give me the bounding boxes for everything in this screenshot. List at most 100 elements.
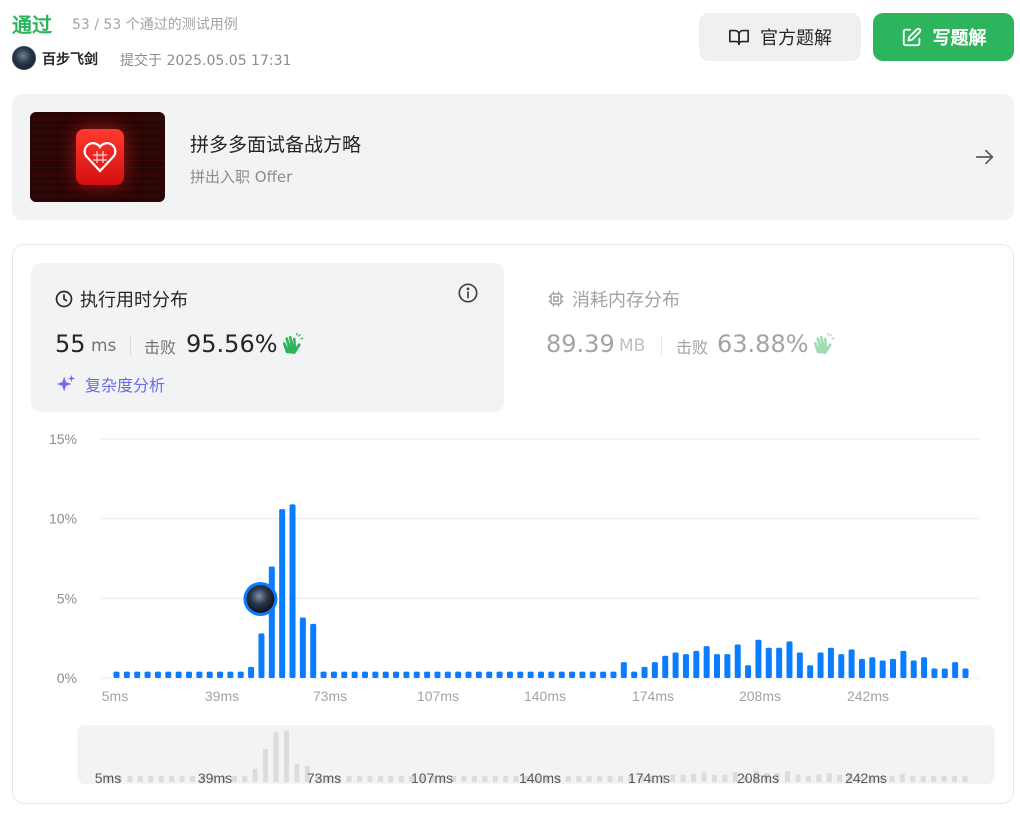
bar bbox=[765, 647, 772, 678]
runtime-distribution-chart[interactable]: 15% 10% 5% 0% 5ms 39ms 73ms 107ms 140ms 174ms 208… bbox=[0, 0, 1020, 818]
x-tick-label: 73ms bbox=[313, 688, 347, 704]
bar bbox=[475, 671, 482, 678]
mini-bar bbox=[607, 776, 613, 782]
mini-bar bbox=[952, 776, 958, 782]
mini-bar bbox=[962, 776, 968, 782]
bar bbox=[693, 650, 700, 678]
mini-bar bbox=[576, 776, 582, 782]
bar bbox=[434, 671, 441, 678]
mini-x-tick-label: 242ms bbox=[845, 770, 887, 786]
bar bbox=[206, 671, 213, 678]
mini-bar bbox=[722, 774, 728, 782]
bar bbox=[330, 671, 337, 678]
mini-bar bbox=[283, 730, 289, 782]
mini-bar bbox=[816, 774, 822, 782]
x-tick-label: 107ms bbox=[417, 688, 459, 704]
mini-bar bbox=[670, 774, 676, 782]
bar bbox=[921, 657, 928, 678]
bar bbox=[372, 671, 379, 678]
bar bbox=[154, 671, 161, 678]
mini-bar bbox=[597, 776, 603, 782]
marker-avatar bbox=[246, 585, 275, 613]
mini-x-tick-label: 174ms bbox=[628, 770, 670, 786]
bar bbox=[817, 652, 824, 678]
mini-bar bbox=[889, 776, 895, 782]
bar bbox=[734, 644, 741, 678]
mini-x-tick-label: 140ms bbox=[519, 770, 561, 786]
mini-bar bbox=[263, 748, 269, 782]
mini-bar bbox=[148, 776, 154, 782]
bar bbox=[538, 671, 544, 678]
bar bbox=[217, 671, 224, 678]
mini-bar bbox=[503, 776, 509, 782]
bar bbox=[341, 671, 348, 678]
bar bbox=[465, 671, 472, 678]
mini-bar bbox=[273, 731, 279, 782]
mini-bar bbox=[711, 774, 717, 782]
bar bbox=[558, 671, 565, 678]
mini-bar bbox=[931, 776, 937, 782]
bar bbox=[890, 658, 897, 678]
mini-bar bbox=[618, 776, 624, 782]
bar bbox=[755, 639, 762, 678]
bar bbox=[724, 654, 731, 678]
mini-x-tick-label: 73ms bbox=[307, 770, 341, 786]
mini-bar bbox=[680, 774, 686, 782]
bar bbox=[786, 641, 793, 678]
bar bbox=[579, 671, 586, 678]
mini-x-tick-label: 107ms bbox=[411, 770, 453, 786]
bar bbox=[496, 671, 503, 678]
bar bbox=[962, 668, 969, 678]
mini-bar bbox=[294, 764, 300, 782]
x-tick-label: 140ms bbox=[524, 688, 566, 704]
bar bbox=[455, 671, 462, 678]
mini-bar bbox=[586, 776, 592, 782]
bar bbox=[869, 657, 876, 678]
bar bbox=[506, 671, 513, 678]
mini-bar bbox=[513, 776, 519, 782]
mini-bar bbox=[398, 776, 404, 782]
y-tick-label: 10% bbox=[49, 511, 77, 527]
bar bbox=[248, 666, 255, 678]
mini-bar bbox=[482, 776, 488, 782]
bar bbox=[424, 671, 431, 678]
bar bbox=[651, 662, 658, 678]
bar bbox=[641, 666, 648, 678]
bar bbox=[361, 671, 368, 678]
bar bbox=[444, 671, 451, 678]
x-tick-label: 39ms bbox=[205, 688, 239, 704]
bar bbox=[299, 617, 306, 678]
mini-bar bbox=[367, 776, 373, 782]
mini-x-tick-label: 39ms bbox=[198, 770, 232, 786]
bar bbox=[827, 647, 834, 678]
mini-bar bbox=[137, 776, 143, 782]
bar bbox=[848, 649, 855, 678]
bar bbox=[268, 566, 275, 678]
x-tick-label: 5ms bbox=[102, 688, 128, 704]
mini-bar bbox=[691, 773, 697, 782]
mini-bar bbox=[377, 776, 383, 782]
bar bbox=[941, 668, 948, 678]
y-tick-label: 0% bbox=[57, 670, 77, 686]
mini-bar bbox=[242, 776, 248, 782]
bar bbox=[796, 652, 803, 678]
bar bbox=[351, 671, 358, 678]
bar bbox=[745, 665, 752, 678]
mini-bar bbox=[837, 774, 843, 782]
bar bbox=[900, 650, 907, 678]
mini-bar bbox=[388, 776, 394, 782]
bar bbox=[952, 662, 959, 678]
mini-bar bbox=[492, 776, 498, 782]
bar bbox=[393, 671, 400, 678]
mini-bar bbox=[565, 776, 571, 782]
mini-bar bbox=[127, 776, 133, 782]
x-tick-label: 208ms bbox=[739, 688, 781, 704]
bar bbox=[403, 671, 410, 678]
mini-bar bbox=[941, 776, 947, 782]
mini-bar bbox=[795, 774, 801, 782]
bar bbox=[807, 665, 814, 678]
bar bbox=[237, 671, 244, 678]
mini-bar bbox=[899, 773, 905, 782]
bar bbox=[413, 671, 420, 678]
mini-bar bbox=[701, 772, 707, 782]
